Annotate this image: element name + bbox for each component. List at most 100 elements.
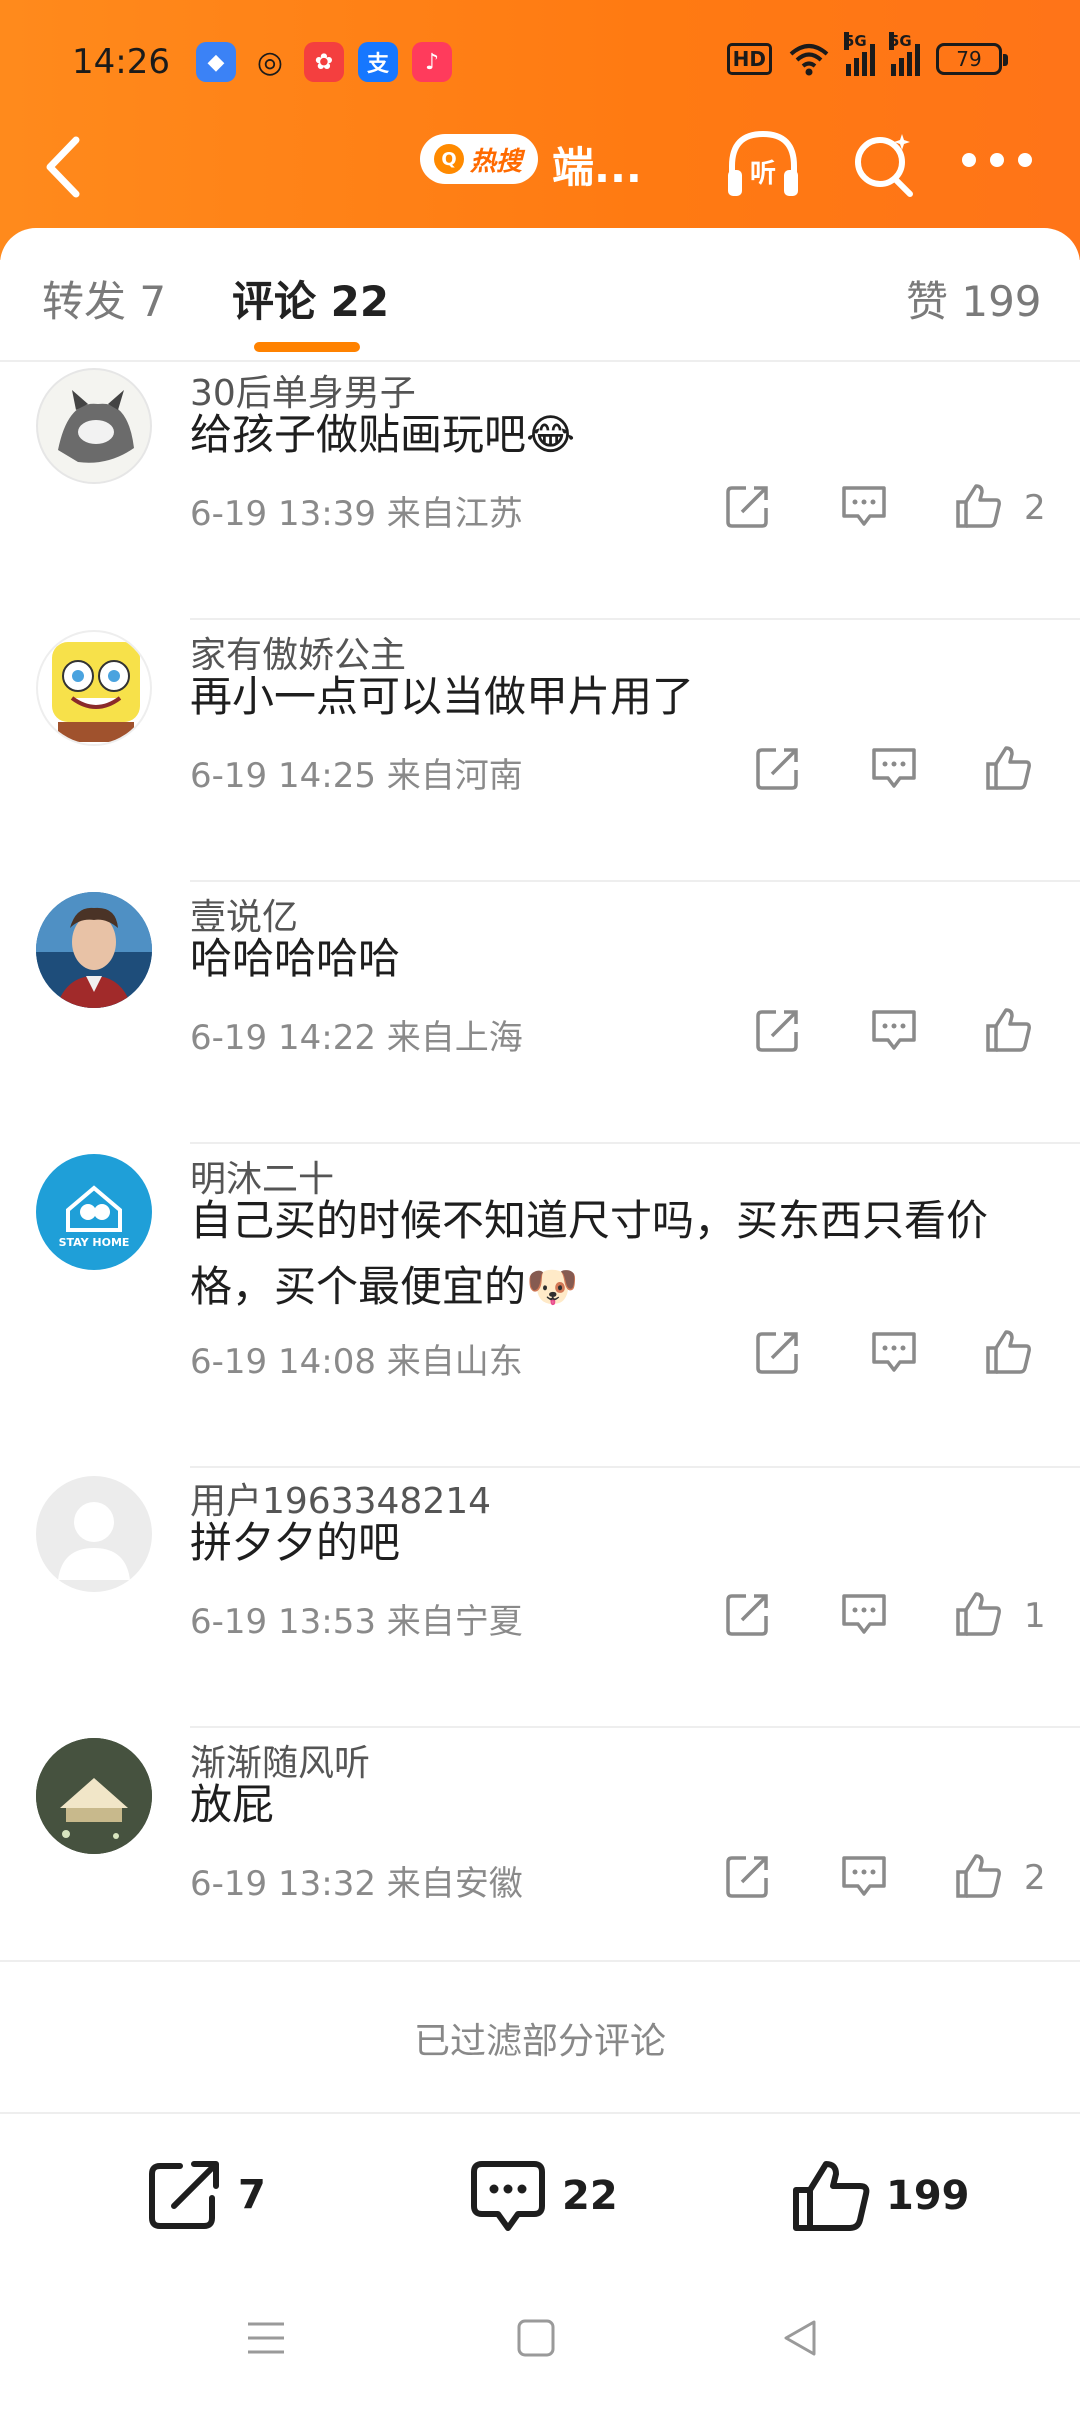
- comment-time: 6-19 13:32: [190, 1864, 376, 1904]
- share-icon[interactable]: [724, 1852, 772, 1900]
- home-icon[interactable]: [516, 2318, 556, 2358]
- like-count: 1: [1024, 1596, 1046, 1636]
- comment-item: 30后单身男子 给孩子做贴画玩吧😂 6-19 13:39 来自江苏 2: [0, 364, 1080, 626]
- comment-time: 6-19 14:08: [190, 1342, 376, 1382]
- reply-icon[interactable]: [840, 1852, 888, 1900]
- share-icon[interactable]: [724, 1590, 772, 1638]
- menu-icon[interactable]: [246, 2318, 286, 2358]
- comment-text: 拼夕夕的吧: [190, 1518, 401, 1567]
- comment-time: 6-19 13:39: [190, 494, 376, 534]
- comment-item: STAY HOME 明沐二十 自己买的时候不知道尺寸吗，买东西只看价格，买个最便…: [0, 1150, 1080, 1472]
- divider: [190, 1726, 1080, 1728]
- tab-likes[interactable]: 赞 199: [906, 268, 1042, 329]
- divider: [190, 1466, 1080, 1468]
- divider: [190, 618, 1080, 620]
- share-icon: [149, 2161, 219, 2229]
- comment-actions: [750, 744, 1050, 794]
- comment-button[interactable]: 22: [468, 2158, 618, 2234]
- comment-meta: 6-19 13:53 来自宁夏: [190, 1594, 523, 1643]
- comment-meta: 6-19 14:08 来自山东: [190, 1334, 523, 1383]
- like-icon[interactable]: [954, 1590, 1002, 1638]
- avatar[interactable]: STAY HOME: [36, 1154, 152, 1270]
- wifi-icon: [789, 44, 829, 76]
- comment-text: 放屁: [190, 1780, 275, 1829]
- reply-icon[interactable]: [870, 1328, 918, 1376]
- tab-comments[interactable]: 评论 22: [232, 268, 389, 329]
- comment-text: 自己买的时候不知道尺寸吗，买东西只看价格，买个最便宜的🐶: [190, 1196, 989, 1311]
- like-icon[interactable]: [954, 1852, 1002, 1900]
- divider: [190, 880, 1080, 882]
- active-tab-indicator: [254, 342, 360, 352]
- alipay-notification-icon: 支: [358, 42, 398, 82]
- headphones-listen-icon[interactable]: 听: [722, 124, 804, 206]
- share-icon[interactable]: [754, 1006, 802, 1054]
- back-arrow-icon[interactable]: [36, 132, 96, 202]
- comment-location: 来自宁夏: [386, 1602, 523, 1642]
- comment-location: 来自江苏: [386, 494, 523, 534]
- like-icon[interactable]: [984, 1328, 1032, 1376]
- hot-search-badge[interactable]: Q 热搜: [420, 134, 539, 184]
- filtered-comments-note[interactable]: 已过滤部分评论: [0, 2012, 1080, 2064]
- cellular-signal-icon: 5G: [889, 32, 920, 76]
- comment-actions: [750, 1006, 1050, 1056]
- tab-bar: 转发 7 评论 22 赞 199: [0, 228, 1080, 362]
- comment-meta: 6-19 14:25 来自河南: [190, 748, 523, 797]
- hot-search-icon: Q: [434, 144, 464, 174]
- comment-meta: 6-19 13:32 来自安徽: [190, 1856, 523, 1905]
- back-triangle-icon[interactable]: [780, 2318, 820, 2358]
- like-icon: [793, 2161, 870, 2231]
- battery-icon: 79: [936, 43, 1008, 75]
- comment-location: 来自河南: [386, 756, 523, 796]
- svg-text:听: 听: [750, 159, 776, 189]
- page-title[interactable]: 端...: [552, 134, 642, 195]
- comment-item: 壹说亿 哈哈哈哈哈 6-19 14:22 来自上海: [0, 888, 1080, 1150]
- comment-item: 家有傲娇公主 再小一点可以当做甲片用了 6-19 14:25 来自河南: [0, 626, 1080, 888]
- comment-text: 哈哈哈哈哈: [190, 934, 401, 983]
- comment-meta: 6-19 13:39 来自江苏: [190, 486, 523, 535]
- avatar[interactable]: [36, 368, 152, 484]
- search-icon[interactable]: [850, 128, 918, 200]
- share-icon[interactable]: [754, 1328, 802, 1376]
- reply-icon[interactable]: [870, 1006, 918, 1054]
- share-icon[interactable]: [724, 482, 772, 530]
- reply-icon[interactable]: [870, 744, 918, 792]
- avatar[interactable]: [36, 630, 152, 746]
- like-button[interactable]: 199: [790, 2158, 970, 2234]
- divider: [190, 1142, 1080, 1144]
- app-notification-icon: ✿: [304, 42, 344, 82]
- like-icon[interactable]: [984, 744, 1032, 792]
- divider: [0, 1960, 1080, 1962]
- comment-meta: 6-19 14:22 来自上海: [190, 1010, 523, 1059]
- hd-icon: HD: [726, 43, 772, 75]
- avatar[interactable]: [36, 1738, 152, 1854]
- like-count: 199: [886, 2173, 970, 2219]
- reply-icon[interactable]: [840, 482, 888, 530]
- reply-icon[interactable]: [840, 1590, 888, 1638]
- music-notification-icon: ♪: [412, 42, 452, 82]
- avatar[interactable]: [36, 1476, 152, 1592]
- notification-icons: ◆ ◎ ✿ 支 ♪: [196, 42, 452, 82]
- tab-reposts[interactable]: 转发 7: [42, 268, 166, 329]
- repost-button[interactable]: 7: [146, 2158, 266, 2232]
- comment-actions: [750, 1328, 1050, 1378]
- more-options-icon[interactable]: [962, 148, 1032, 172]
- like-count: 2: [1024, 1858, 1046, 1898]
- weibo-notification-icon: ◎: [256, 44, 284, 80]
- system-navigation-bar: [0, 2300, 1080, 2390]
- comment-location: 来自上海: [386, 1018, 523, 1058]
- comment-time: 6-19 13:53: [190, 1602, 376, 1642]
- comment-sheet: 转发 7 评论 22 赞 199 30后单身男子 给孩子做贴画玩吧😂 6-19 …: [0, 228, 1080, 2414]
- comment-text: 再小一点可以当做甲片用了: [190, 672, 695, 721]
- like-icon[interactable]: [954, 482, 1002, 530]
- like-icon[interactable]: [984, 1006, 1032, 1054]
- repost-count: 7: [238, 2172, 266, 2218]
- comment-actions: 1: [720, 1590, 1050, 1640]
- comment-location: 来自山东: [386, 1342, 523, 1382]
- comment-time: 6-19 14:22: [190, 1018, 376, 1058]
- avatar[interactable]: [36, 892, 152, 1008]
- comment-time: 6-19 14:25: [190, 756, 376, 796]
- comment-location: 来自安徽: [386, 1864, 523, 1904]
- share-icon[interactable]: [754, 744, 802, 792]
- comment-text: 给孩子做贴画玩吧😂: [190, 410, 576, 459]
- status-time: 14:26: [72, 42, 170, 82]
